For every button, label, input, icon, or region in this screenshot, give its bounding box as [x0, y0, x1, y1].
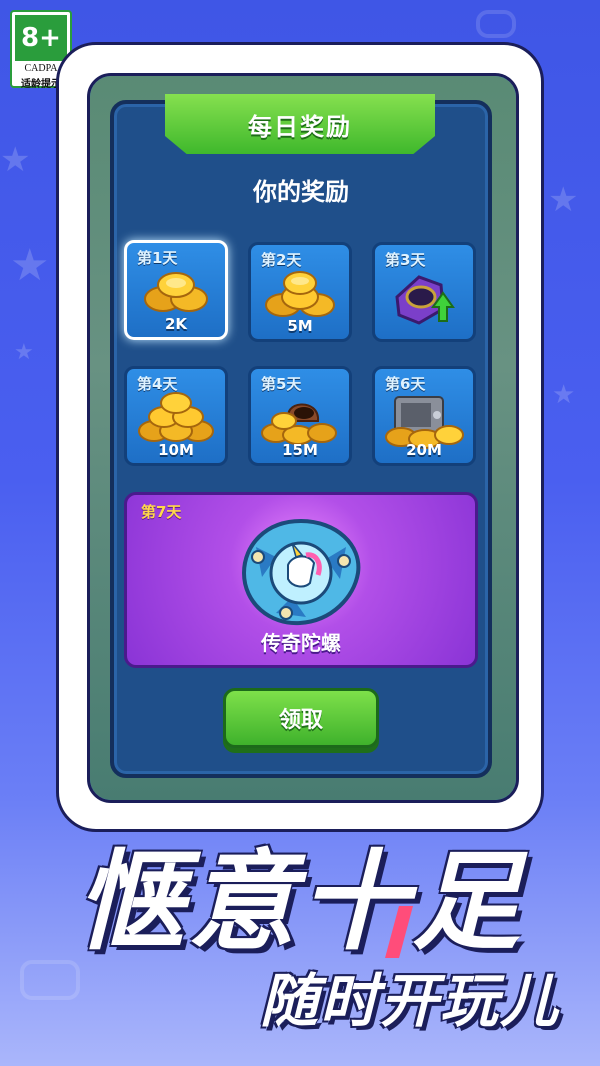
- coin-pile-icon: [265, 271, 335, 317]
- coin-stack-icon: [138, 392, 214, 442]
- star-decoration-icon: ★: [14, 340, 34, 365]
- day-card-1[interactable]: 第1天 2K: [124, 240, 228, 340]
- upgrade-ring-icon: [395, 275, 455, 325]
- star-decoration-icon: ★: [0, 140, 31, 180]
- day-amount: 15M: [282, 441, 318, 459]
- coin-sack-icon: [261, 403, 337, 445]
- slogan-sub: 随时开玩儿: [259, 967, 560, 1035]
- coin-pile-icon: [144, 272, 208, 312]
- day-amount: 20M: [406, 441, 442, 459]
- day-card-7[interactable]: 第7天 传奇陀螺: [124, 492, 478, 668]
- star-decoration-icon: ★: [548, 180, 579, 220]
- dialog-title: 每日奖励: [165, 94, 435, 154]
- day-card-3[interactable]: 第3天: [372, 242, 476, 342]
- star-decoration-icon: ★: [10, 240, 50, 291]
- claim-button[interactable]: 领取: [223, 688, 379, 748]
- day-label: 第7天: [141, 503, 182, 521]
- unicorn-spinning-top-icon: [241, 518, 361, 626]
- age-rating-number: 8+: [15, 15, 67, 61]
- day7-reward-name: 传奇陀螺: [261, 631, 341, 655]
- day-amount: 2K: [164, 315, 188, 333]
- slogan-main: 惬意十足: [75, 840, 524, 965]
- star-decoration-icon: ★: [552, 380, 576, 410]
- day-card-6[interactable]: 第6天 20M: [372, 366, 476, 466]
- day-card-2[interactable]: 第2天 5M: [248, 242, 352, 342]
- day-amount: 5M: [287, 317, 313, 335]
- day-card-4[interactable]: 第4天 10M: [124, 366, 228, 466]
- bg-shape-decoration: [476, 10, 516, 38]
- dialog-subtitle: 你的奖励: [253, 178, 349, 206]
- day-amount: 10M: [158, 441, 194, 459]
- day-card-5[interactable]: 第5天 15M: [248, 366, 352, 466]
